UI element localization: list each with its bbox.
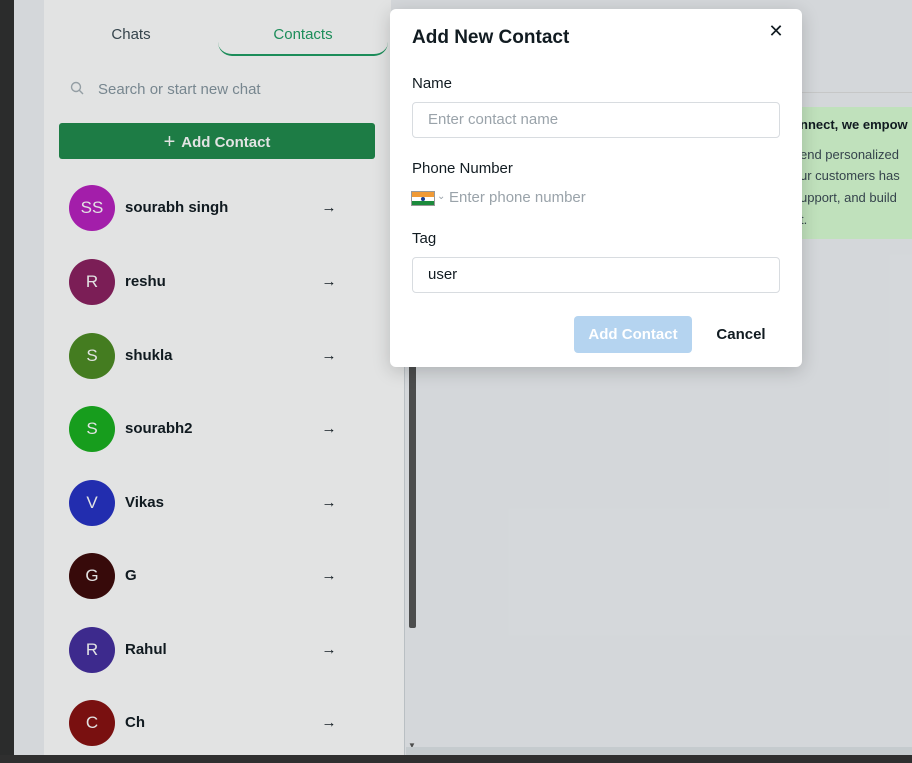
name-label: Name <box>412 75 453 92</box>
phone-number-field[interactable]: ⌄ Enter phone number <box>411 187 781 211</box>
add-contact-modal: Add New Contact ✕ Name Enter contact nam… <box>390 9 802 367</box>
close-icon[interactable]: ✕ <box>766 21 786 42</box>
tag-field[interactable]: user <box>412 257 780 293</box>
india-flag-icon[interactable] <box>411 191 435 206</box>
chevron-down-icon[interactable]: ⌄ <box>437 191 445 202</box>
cancel-button[interactable]: Cancel <box>706 316 776 353</box>
tag-label: Tag <box>412 230 437 247</box>
phone-label: Phone Number <box>412 160 513 177</box>
modal-title: Add New Contact <box>412 27 570 48</box>
contact-name-field[interactable]: Enter contact name <box>412 102 780 138</box>
phone-placeholder: Enter phone number <box>449 189 586 206</box>
submit-add-contact-button[interactable]: Add Contact <box>574 316 692 353</box>
